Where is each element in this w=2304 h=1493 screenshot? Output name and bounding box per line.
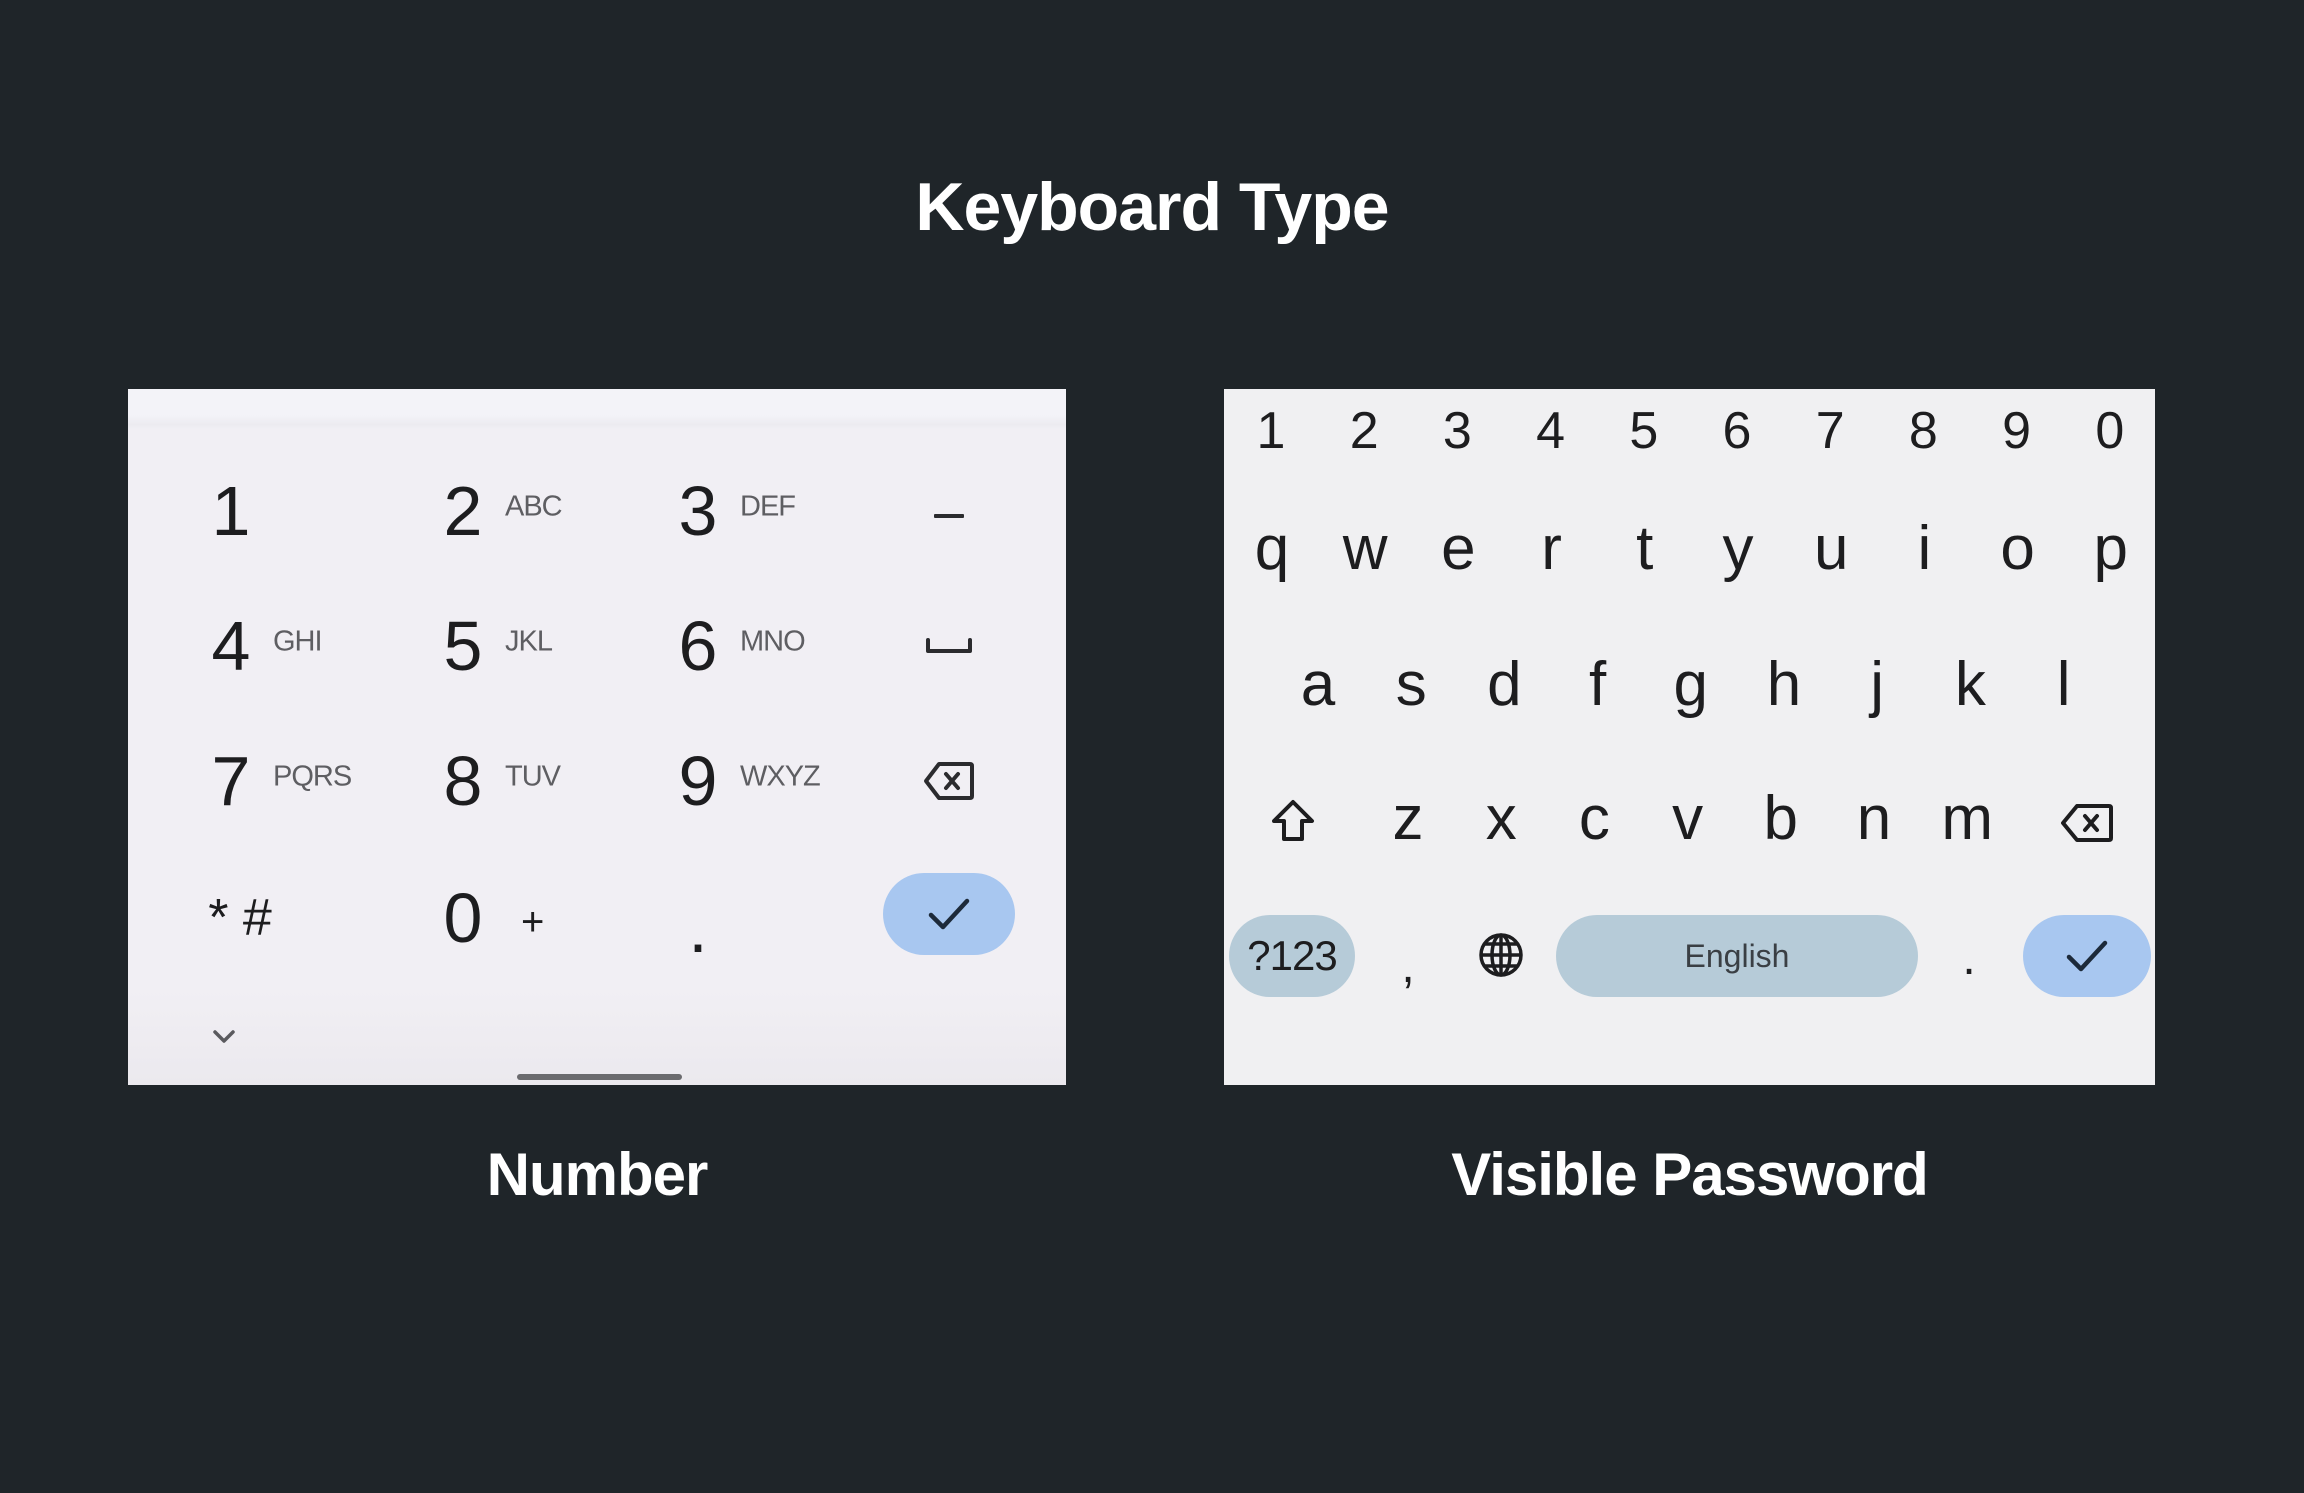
- number-key-letters: MNO: [740, 625, 806, 658]
- symbols-key[interactable]: ?123: [1229, 915, 1355, 997]
- key-l[interactable]: l: [2057, 654, 2071, 716]
- key-k[interactable]: k: [1955, 654, 1986, 716]
- number-key[interactable]: 4: [212, 611, 251, 681]
- key-6[interactable]: 6: [1723, 405, 1752, 457]
- number-key[interactable]: 9: [679, 746, 718, 816]
- number-key-letters: GHI: [273, 625, 323, 658]
- shift-icon: [1272, 800, 1314, 841]
- number-key[interactable]: 6: [679, 611, 718, 681]
- key-f[interactable]: f: [1589, 654, 1606, 716]
- number-key[interactable]: 2: [444, 476, 483, 546]
- key-p[interactable]: p: [2094, 518, 2128, 580]
- done-button[interactable]: [2023, 915, 2151, 997]
- visible-password-keyboard: 1 2 3 4 5 6 7 8 9 0 qwe r t yu i op asd f gh j k l zxcvbnm ?12…: [1224, 389, 2155, 1085]
- key-n[interactable]: n: [1857, 788, 1891, 850]
- key-e[interactable]: e: [1441, 518, 1475, 580]
- minus-key[interactable]: [934, 514, 964, 520]
- check-icon: [928, 898, 970, 930]
- number-key[interactable]: 3: [679, 476, 718, 546]
- period-key[interactable]: .: [1962, 935, 1975, 983]
- key-z[interactable]: z: [1393, 788, 1424, 850]
- key-t[interactable]: t: [1636, 518, 1653, 580]
- key-y[interactable]: y: [1723, 518, 1754, 580]
- key-8[interactable]: 8: [1909, 405, 1938, 457]
- number-key[interactable]: .: [688, 893, 707, 963]
- number-key[interactable]: 7: [212, 746, 251, 816]
- key-5[interactable]: 5: [1629, 405, 1658, 457]
- key-j[interactable]: j: [1870, 654, 1884, 716]
- comma-key[interactable]: ,: [1401, 943, 1414, 991]
- key-a[interactable]: a: [1301, 654, 1335, 716]
- check-icon: [2066, 940, 2108, 972]
- key-q[interactable]: q: [1255, 518, 1289, 580]
- key-0[interactable]: 0: [2095, 405, 2124, 457]
- key-b[interactable]: b: [1764, 788, 1798, 850]
- number-key-letters: ABC: [505, 490, 563, 523]
- number-key-letters: DEF: [740, 490, 796, 523]
- collapse-keyboard-button[interactable]: [212, 1029, 236, 1045]
- key-4[interactable]: 4: [1536, 405, 1565, 457]
- key-x[interactable]: x: [1486, 788, 1517, 850]
- space-key-label: English: [1684, 937, 1790, 974]
- number-key[interactable]: 0: [444, 883, 483, 953]
- symbols-key-label: ?123: [1247, 932, 1337, 979]
- key-2[interactable]: 2: [1350, 405, 1379, 457]
- done-button[interactable]: [883, 873, 1015, 955]
- key-v[interactable]: v: [1672, 788, 1703, 850]
- key-c[interactable]: c: [1579, 788, 1610, 850]
- number-key-letters: +: [521, 900, 544, 944]
- backspace-key[interactable]: [923, 761, 975, 801]
- globe-icon: [1479, 933, 1523, 977]
- number-key-letters: JKL: [505, 625, 553, 658]
- key-g[interactable]: g: [1674, 654, 1708, 716]
- number-key-letters: WXYZ: [740, 760, 821, 793]
- key-u[interactable]: u: [1814, 518, 1848, 580]
- key-i[interactable]: i: [1918, 518, 1932, 580]
- backspace-icon: [2061, 804, 2113, 842]
- number-key[interactable]: 8: [444, 746, 483, 816]
- number-key[interactable]: 5: [444, 611, 483, 681]
- number-key[interactable]: * #: [208, 892, 272, 944]
- number-key[interactable]: 1: [212, 476, 251, 546]
- key-w[interactable]: w: [1343, 518, 1388, 580]
- number-key-letters: TUV: [505, 760, 561, 793]
- chevron-down-icon: [213, 1030, 235, 1043]
- space-key[interactable]: English: [1556, 915, 1918, 997]
- page-title: Keyboard Type: [915, 169, 1389, 245]
- key-9[interactable]: 9: [2002, 405, 2031, 457]
- key-o[interactable]: o: [2000, 518, 2034, 580]
- backspace-icon: [924, 762, 974, 800]
- key-h[interactable]: h: [1767, 654, 1801, 716]
- key-m[interactable]: m: [1941, 788, 1993, 850]
- visible-password-caption: Visible Password: [1451, 1141, 1928, 1208]
- key-3[interactable]: 3: [1443, 405, 1472, 457]
- key-r[interactable]: r: [1541, 518, 1562, 580]
- key-s[interactable]: s: [1396, 654, 1427, 716]
- key-d[interactable]: d: [1487, 654, 1521, 716]
- backspace-key[interactable]: [2060, 803, 2114, 843]
- shift-key[interactable]: [1270, 798, 1316, 844]
- space-key[interactable]: [925, 637, 973, 655]
- key-1[interactable]: 1: [1257, 405, 1286, 457]
- number-caption: Number: [486, 1141, 709, 1208]
- home-indicator: [517, 1074, 682, 1080]
- number-key-letters: PQRS: [273, 760, 352, 793]
- language-key[interactable]: [1477, 931, 1525, 979]
- number-keyboard: 1 2 ABC 3 DEF 4 GHI 5 JKL 6 MNO 7 PQRS 8 TUV 9 WXYZ * # 0 +…: [128, 389, 1066, 1085]
- key-7[interactable]: 7: [1816, 405, 1845, 457]
